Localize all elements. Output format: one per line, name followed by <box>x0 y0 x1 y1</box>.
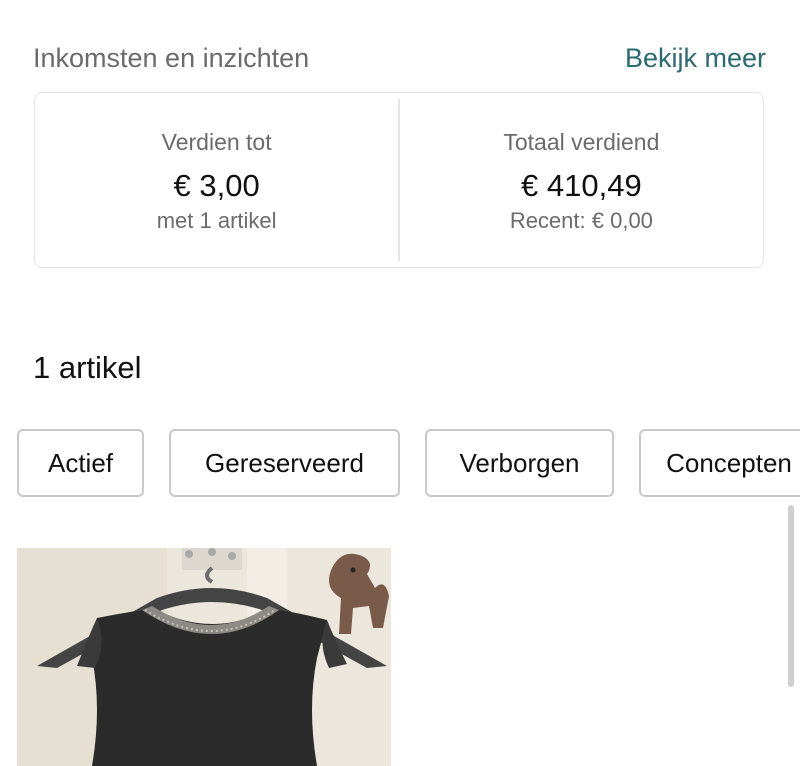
filter-chip-reserved[interactable]: Gereserveerd <box>169 429 400 497</box>
earn-up-to-value: € 3,00 <box>173 168 260 203</box>
product-card[interactable] <box>17 548 391 766</box>
earn-up-to-label: Verdien tot <box>161 129 272 155</box>
view-more-link[interactable]: Bekijk meer <box>625 43 766 74</box>
earn-up-to-sub: met 1 artikel <box>156 208 277 233</box>
total-earned-label: Totaal verdiend <box>503 129 660 155</box>
total-earned-stat: Totaal verdiend € 410,49 Recent: € 0,00 <box>400 93 763 267</box>
total-earned-value: € 410,49 <box>521 168 642 203</box>
recent-earned-sub: Recent: € 0,00 <box>509 208 653 233</box>
insights-title: Inkomsten en inzichten <box>33 42 310 73</box>
filter-chip-drafts[interactable]: Concepten <box>639 429 800 497</box>
product-image <box>17 548 391 766</box>
insights-header: Inkomsten en inzichten Bekijk meer <box>33 38 766 78</box>
earnings-card: Verdien tot € 3,00 met 1 artikel Totaal … <box>34 92 764 268</box>
filter-chip-active[interactable]: Actief <box>17 429 144 497</box>
earn-up-to-stat: Verdien tot € 3,00 met 1 artikel <box>35 93 398 267</box>
filter-chip-hidden[interactable]: Verborgen <box>425 429 614 497</box>
filter-chips: Actief Gereserveerd Verborgen Concepten <box>17 429 800 499</box>
item-count: 1 artikel <box>33 350 142 385</box>
scrollbar[interactable] <box>788 505 794 687</box>
